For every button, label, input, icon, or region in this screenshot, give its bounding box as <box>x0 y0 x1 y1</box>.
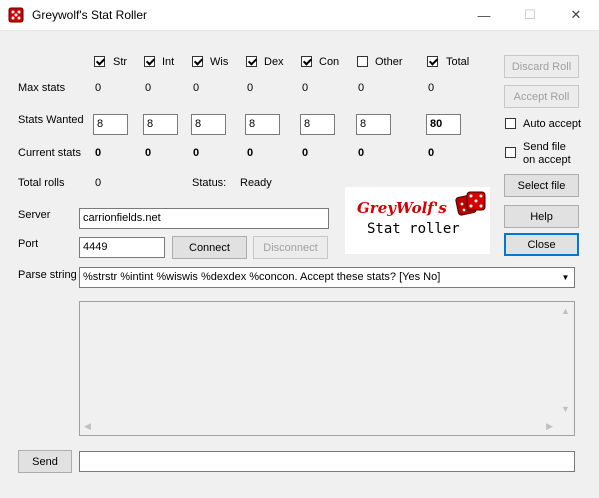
close-button[interactable]: Close <box>504 233 579 256</box>
current-con: 0 <box>302 147 309 159</box>
max-con: 0 <box>302 82 309 94</box>
current-other: 0 <box>358 147 365 159</box>
maximize-button: ☐ <box>507 0 553 30</box>
checkbox-con-label: Con <box>319 56 340 68</box>
connect-button[interactable]: Connect <box>172 236 247 259</box>
chevron-down-icon: ▼ <box>561 273 570 282</box>
logo-script-text: GreyWolf's <box>357 199 447 217</box>
minimize-icon: — <box>477 7 491 23</box>
minimize-button[interactable]: — <box>461 0 507 30</box>
parse-string-combo[interactable]: %strstr %intint %wiswis %dexdex %concon.… <box>79 267 575 288</box>
scroll-left-icon: ◀ <box>84 421 91 431</box>
checkbox-total-label: Total <box>446 56 470 68</box>
scroll-down-icon: ▼ <box>561 404 570 414</box>
port-label: Port <box>18 238 39 250</box>
send-file-label-line2: on accept <box>523 154 571 166</box>
checkbox-str[interactable] <box>94 56 105 67</box>
wanted-int-input[interactable]: 8 <box>143 114 178 135</box>
parse-string-value: %strstr %intint %wiswis %dexdex %concon.… <box>83 271 441 283</box>
max-stats-label: Max stats <box>18 82 66 94</box>
checkbox-other-label: Other <box>375 56 403 68</box>
max-dex: 0 <box>247 82 254 94</box>
discard-roll-button[interactable]: Discard Roll <box>504 55 579 78</box>
accept-roll-button[interactable]: Accept Roll <box>504 85 579 108</box>
scroll-right-icon: ▶ <box>546 421 553 431</box>
send-file-checkbox[interactable] <box>505 147 516 158</box>
combo-dropdown-button[interactable]: ▼ <box>556 268 574 287</box>
vertical-scrollbar[interactable]: ▲ ▼ <box>557 302 574 418</box>
wanted-total-input[interactable]: 80 <box>426 114 461 135</box>
total-rolls-label: Total rolls <box>18 177 65 189</box>
maximize-icon: ☐ <box>524 7 536 22</box>
status-value: Ready <box>240 177 272 189</box>
checkbox-total[interactable] <box>427 56 438 67</box>
send-file-label-line1: Send file <box>523 141 566 153</box>
horizontal-scrollbar[interactable]: ◀ ▶ <box>80 418 557 435</box>
server-label: Server <box>18 209 51 221</box>
current-wis: 0 <box>193 147 200 159</box>
stats-wanted-label: Stats Wanted <box>18 114 84 126</box>
close-window-button[interactable]: ✕ <box>553 0 599 30</box>
checkbox-dex[interactable] <box>246 56 257 67</box>
server-input[interactable]: carrionfields.net <box>79 208 329 229</box>
max-int: 0 <box>145 82 152 94</box>
parse-string-label: Parse string <box>18 269 77 281</box>
status-label: Status: <box>192 177 227 189</box>
wanted-dex-input[interactable]: 8 <box>245 114 280 135</box>
current-stats-label: Current stats <box>18 147 81 159</box>
checkbox-dex-label: Dex <box>264 56 284 68</box>
checkbox-int[interactable] <box>144 56 155 67</box>
window-title: Greywolf's Stat Roller <box>32 8 147 22</box>
checkbox-wis[interactable] <box>192 56 203 67</box>
checkbox-other[interactable] <box>357 56 368 67</box>
help-button[interactable]: Help <box>504 205 579 228</box>
output-textarea[interactable]: ▲ ▼ ◀ ▶ <box>79 301 575 436</box>
wanted-wis-input[interactable]: 8 <box>191 114 226 135</box>
auto-accept-checkbox[interactable] <box>505 118 516 129</box>
select-file-button[interactable]: Select file <box>504 174 579 197</box>
current-total: 0 <box>428 147 435 159</box>
checkbox-wis-label: Wis <box>210 56 229 68</box>
current-dex: 0 <box>247 147 254 159</box>
port-input[interactable]: 4449 <box>79 237 165 258</box>
auto-accept-label: Auto accept <box>523 118 582 130</box>
close-icon: ✕ <box>570 7 582 22</box>
dice-icon <box>455 191 486 216</box>
title-bar: Greywolf's Stat Roller — ☐ ✕ <box>0 0 599 31</box>
checkbox-con[interactable] <box>301 56 312 67</box>
wanted-str-input[interactable]: 8 <box>93 114 128 135</box>
wanted-other-input[interactable]: 8 <box>356 114 391 135</box>
scroll-up-icon: ▲ <box>561 306 570 316</box>
total-rolls-value: 0 <box>95 177 102 189</box>
send-button[interactable]: Send <box>18 450 72 473</box>
max-other: 0 <box>358 82 365 94</box>
checkbox-str-label: Str <box>113 56 128 68</box>
max-wis: 0 <box>193 82 200 94</box>
send-input[interactable] <box>79 451 575 472</box>
disconnect-button[interactable]: Disconnect <box>253 236 328 259</box>
app-dice-icon <box>8 7 24 23</box>
max-total: 0 <box>428 82 435 94</box>
logo-sub-text: Stat roller <box>367 221 460 237</box>
checkbox-int-label: Int <box>162 56 175 68</box>
current-int: 0 <box>145 147 152 159</box>
current-str: 0 <box>95 147 102 159</box>
max-str: 0 <box>95 82 102 94</box>
wanted-con-input[interactable]: 8 <box>300 114 335 135</box>
greywolf-logo: GreyWolf's Stat roller <box>345 187 490 254</box>
